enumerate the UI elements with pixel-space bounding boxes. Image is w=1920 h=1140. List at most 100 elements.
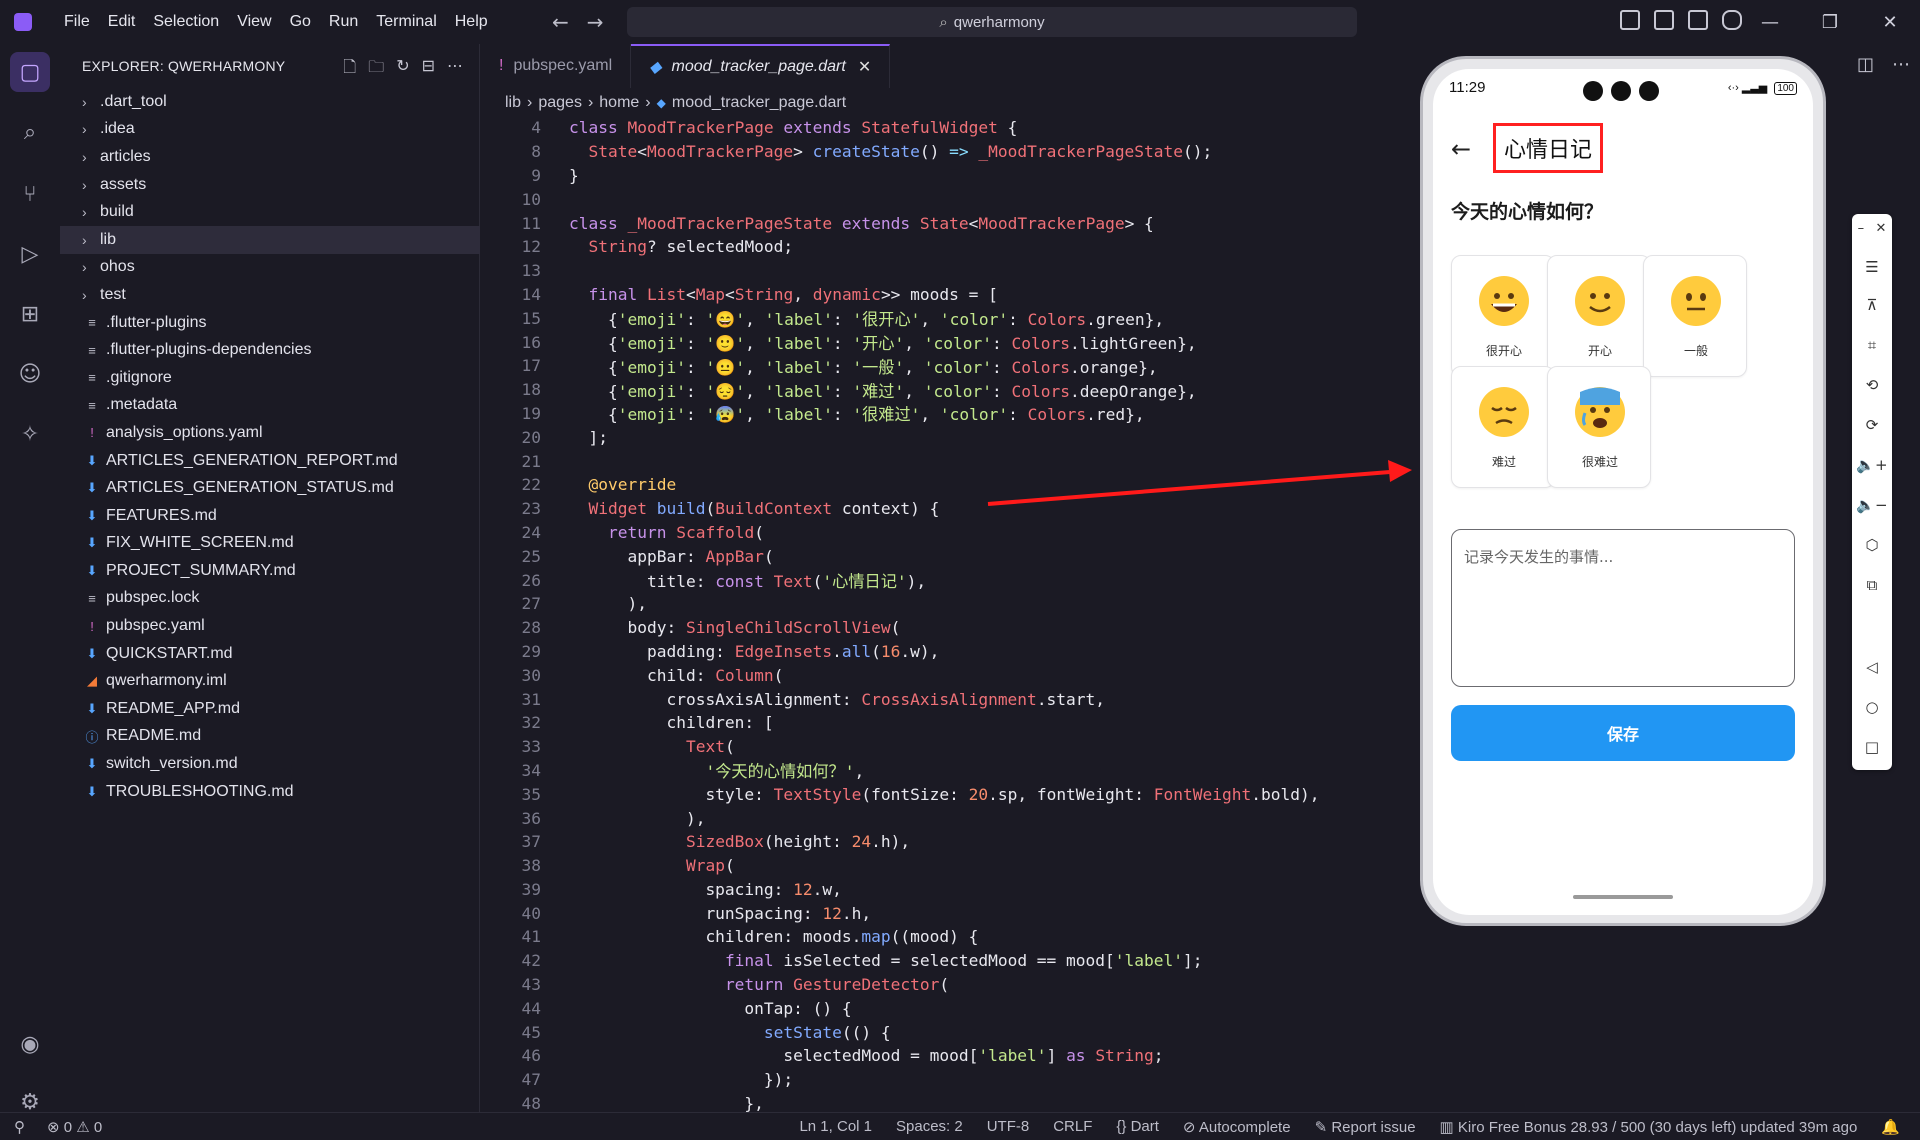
menu-selection[interactable]: Selection: [145, 9, 227, 35]
indentation[interactable]: Spaces: 2: [896, 1118, 963, 1135]
nav-back-icon[interactable]: ◁: [1852, 652, 1892, 682]
breadcrumb-item[interactable]: pages: [538, 94, 582, 112]
code-line[interactable]: 43 return GestureDetector(: [481, 973, 1781, 997]
file-item[interactable]: ≡ .gitignore: [60, 364, 480, 392]
nav-home-icon[interactable]: ○: [1852, 692, 1892, 722]
folder-item[interactable]: › .idea: [60, 116, 480, 144]
rotate-counter-icon[interactable]: ⟳: [1852, 410, 1892, 440]
file-item[interactable]: ⬇ README_APP.md: [60, 695, 480, 723]
split-editor-icon[interactable]: ◫: [1857, 54, 1874, 75]
file-item[interactable]: ⬇ ARTICLES_GENERATION_STATUS.md: [60, 474, 480, 502]
notifications-bell-icon[interactable]: 🔔: [1881, 1118, 1900, 1136]
breadcrumb-item[interactable]: lib: [505, 94, 521, 112]
tab-pubspec-yaml[interactable]: ! pubspec.yaml: [481, 44, 632, 88]
menu-view[interactable]: View: [229, 9, 279, 35]
toggle-sidebar-icon[interactable]: [1654, 10, 1674, 30]
kiro-ghost-icon[interactable]: ☺: [10, 354, 50, 394]
back-arrow-icon[interactable]: ←: [1451, 135, 1471, 163]
tab-mood-tracker-page[interactable]: ◆ mood_tracker_page.dart ✕: [631, 44, 891, 88]
more-actions-icon[interactable]: ⋯: [1892, 54, 1910, 75]
save-button[interactable]: 保存: [1451, 705, 1795, 761]
new-folder-icon[interactable]: 🗀: [368, 56, 384, 83]
close-tab-icon[interactable]: ✕: [858, 57, 871, 77]
file-item[interactable]: ! pubspec.yaml: [60, 612, 480, 640]
code-line[interactable]: 47 });: [481, 1068, 1781, 1092]
fold-icon[interactable]: ⬡: [1852, 530, 1892, 560]
menu-run[interactable]: Run: [321, 9, 366, 35]
file-item[interactable]: ≡ .flutter-plugins: [60, 309, 480, 337]
account-icon[interactable]: ◉: [10, 1024, 50, 1064]
folder-item[interactable]: › articles: [60, 143, 480, 171]
file-item[interactable]: ⬇ QUICKSTART.md: [60, 640, 480, 668]
run-debug-icon[interactable]: ▷: [10, 234, 50, 274]
explorer-icon[interactable]: ▢: [10, 52, 50, 92]
note-textarea[interactable]: 记录今天发生的事情...: [1451, 529, 1795, 687]
code-line[interactable]: 46 selectedMood = mood['label'] as Strin…: [481, 1044, 1781, 1068]
mood-card[interactable]: 很开心: [1451, 255, 1555, 377]
breadcrumb-item[interactable]: mood_tracker_page.dart: [672, 94, 846, 112]
mood-card[interactable]: 一般: [1643, 255, 1747, 377]
folder-item[interactable]: › ohos: [60, 254, 480, 282]
language-mode[interactable]: {} Dart: [1116, 1118, 1159, 1135]
file-item[interactable]: ⬇ PROJECT_SUMMARY.md: [60, 557, 480, 585]
chat-icon[interactable]: [1722, 10, 1742, 30]
refresh-icon[interactable]: ↻: [396, 56, 409, 83]
forward-arrow-icon[interactable]: →: [587, 10, 604, 34]
more-icon[interactable]: ⋯: [447, 56, 463, 83]
file-item[interactable]: ◢ qwerharmony.iml: [60, 667, 480, 695]
folder-item[interactable]: › assets: [60, 171, 480, 199]
menu-file[interactable]: File: [56, 9, 98, 35]
close-icon[interactable]: ✕: [1875, 221, 1886, 236]
encoding[interactable]: UTF-8: [987, 1118, 1030, 1135]
search-icon[interactable]: ⌕: [10, 112, 50, 152]
layout-customize-icon[interactable]: [1620, 10, 1640, 30]
code-line[interactable]: 41 children: moods.map((mood) {: [481, 925, 1781, 949]
extensions-icon[interactable]: ⊞: [10, 294, 50, 334]
volume-up-icon[interactable]: 🔈+: [1852, 450, 1892, 480]
menu-icon[interactable]: ☰: [1852, 252, 1892, 282]
report-issue[interactable]: ✎ Report issue: [1315, 1118, 1416, 1136]
breadcrumb-item[interactable]: home: [599, 94, 639, 112]
menu-edit[interactable]: Edit: [100, 9, 144, 35]
minimize-icon[interactable]: —: [1740, 0, 1800, 44]
file-item[interactable]: ⬇ FIX_WHITE_SCREEN.md: [60, 530, 480, 558]
nav-recents-icon[interactable]: □: [1852, 732, 1892, 762]
cursor-position[interactable]: Ln 1, Col 1: [799, 1118, 872, 1135]
pin-icon[interactable]: ⊼: [1852, 290, 1892, 320]
remote-icon[interactable]: ⚲: [14, 1118, 25, 1136]
collapse-all-icon[interactable]: ⊟: [422, 56, 435, 83]
file-item[interactable]: ! analysis_options.yaml: [60, 419, 480, 447]
volume-down-icon[interactable]: 🔈−: [1852, 490, 1892, 520]
minimize-icon[interactable]: –: [1858, 221, 1865, 236]
file-item[interactable]: ⬇ switch_version.md: [60, 750, 480, 778]
file-item[interactable]: ⬇ FEATURES.md: [60, 502, 480, 530]
multi-device-icon[interactable]: ⧉: [1852, 570, 1892, 600]
menu-help[interactable]: Help: [447, 9, 496, 35]
new-file-icon[interactable]: 🗋: [343, 56, 356, 83]
agent-icon[interactable]: ✧: [10, 414, 50, 454]
menu-terminal[interactable]: Terminal: [368, 9, 444, 35]
mood-card[interactable]: 难过: [1451, 366, 1555, 488]
folder-item[interactable]: › build: [60, 198, 480, 226]
autocomplete-status[interactable]: ⊘ Autocomplete: [1183, 1118, 1291, 1136]
file-item[interactable]: ≡ pubspec.lock: [60, 585, 480, 613]
line-ending[interactable]: CRLF: [1053, 1118, 1092, 1135]
toggle-panel-icon[interactable]: [1688, 10, 1708, 30]
problems-indicator[interactable]: ⊗ 0 ⚠ 0: [47, 1118, 102, 1136]
file-item[interactable]: ⬇ ARTICLES_GENERATION_REPORT.md: [60, 447, 480, 475]
command-center-search[interactable]: ⌕ qwerharmony: [627, 7, 1357, 37]
close-icon[interactable]: ✕: [1860, 0, 1920, 44]
home-indicator[interactable]: [1573, 895, 1673, 899]
kiro-bonus[interactable]: ▥ Kiro Free Bonus 28.93 / 500 (30 days l…: [1440, 1118, 1858, 1136]
code-line[interactable]: 44 onTap: () {: [481, 996, 1781, 1020]
file-item[interactable]: ⬇ TROUBLESHOOTING.md: [60, 778, 480, 806]
code-line[interactable]: 42 final isSelected = selectedMood == mo…: [481, 949, 1781, 973]
file-item[interactable]: ⓘ README.md: [60, 723, 480, 751]
back-arrow-icon[interactable]: ←: [552, 10, 569, 34]
source-control-icon[interactable]: ⑂: [10, 174, 50, 214]
restore-icon[interactable]: ❐: [1800, 0, 1860, 44]
menu-go[interactable]: Go: [282, 9, 319, 35]
file-item[interactable]: ≡ .flutter-plugins-dependencies: [60, 336, 480, 364]
folder-item[interactable]: › test: [60, 281, 480, 309]
code-line[interactable]: 45 setState(() {: [481, 1020, 1781, 1044]
